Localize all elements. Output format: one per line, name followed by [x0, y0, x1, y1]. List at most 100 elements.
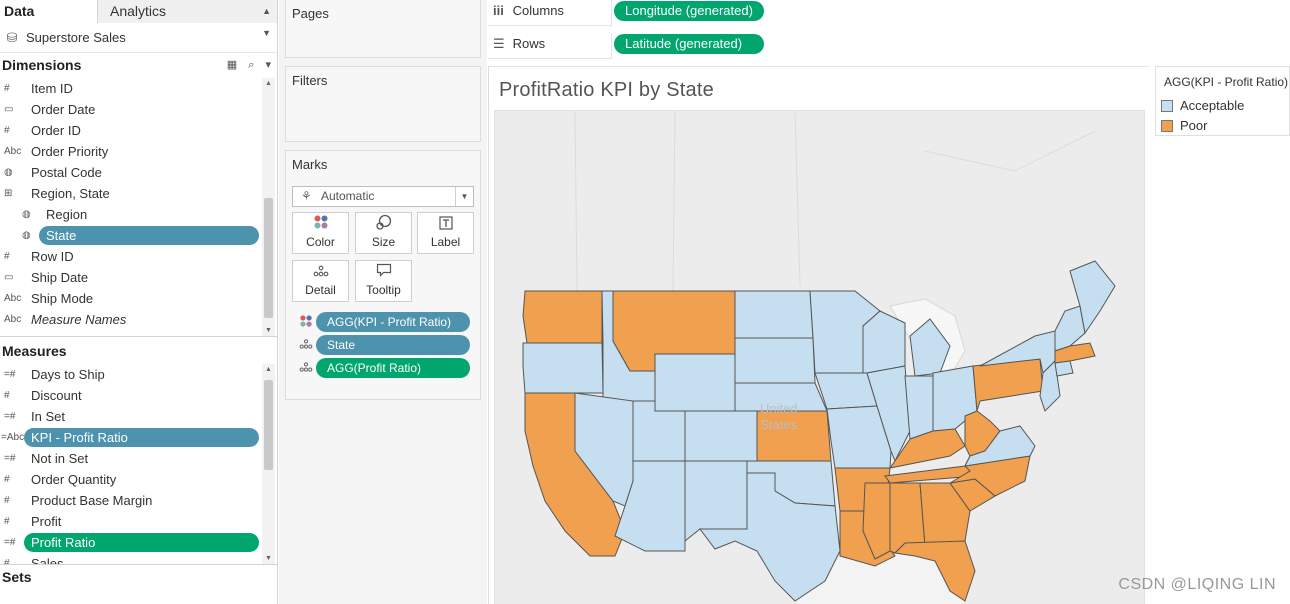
color-button[interactable]: Color	[292, 212, 349, 254]
field-discount[interactable]: # Discount	[0, 385, 262, 406]
field-kpi-profit-ratio[interactable]: =Abc KPI - Profit Ratio	[0, 427, 262, 448]
color-legend[interactable]: AGG(KPI - Profit Ratio) Acceptable Poor	[1155, 66, 1290, 136]
columns-drop-area[interactable]: Longitude (generated)	[611, 0, 1290, 26]
legend-item-poor[interactable]: Poor	[1161, 117, 1207, 135]
field-label: Measure Names	[31, 312, 127, 327]
state-connecticut[interactable]	[1054, 360, 1074, 377]
field-ship-date[interactable]: ▭ Ship Date	[0, 267, 262, 288]
data-source[interactable]: ⛁ Superstore Sales	[0, 23, 277, 53]
field-order-quantity[interactable]: # Order Quantity	[0, 469, 262, 490]
field-sales[interactable]: # Sales	[0, 553, 262, 564]
filters-shelf[interactable]: Filters	[285, 66, 481, 142]
marks-pill-kpi[interactable]: AGG(KPI - Profit Ratio)	[316, 312, 470, 332]
state-wisconsin[interactable]	[862, 310, 906, 374]
rows-label: Rows	[512, 36, 546, 51]
legend-title: AGG(KPI - Profit Ratio)	[1164, 75, 1289, 89]
measures-scroll-thumb[interactable]	[264, 380, 273, 470]
dimensions-scroll-thumb[interactable]	[264, 198, 273, 318]
database-icon: ⛁	[6, 29, 18, 45]
field-postal-code[interactable]: ◍ Postal Code	[0, 162, 262, 183]
marks-pill-profit-ratio[interactable]: AGG(Profit Ratio)	[316, 358, 470, 378]
marks-card: Marks ⚘ Automatic ▼ Color Size Label Det…	[285, 150, 481, 400]
view-list-icon[interactable]: ▦	[227, 59, 237, 71]
tab-analytics[interactable]: Analytics ▲ ▼	[97, 0, 277, 38]
worksheet-view: ProfitRatio KPI by State United States	[488, 66, 1149, 604]
field-kpi-pill[interactable]: KPI - Profit Ratio	[24, 428, 259, 447]
scroll-down-icon[interactable]: ▼	[262, 327, 275, 334]
rows-drop-area[interactable]: Latitude (generated)	[611, 33, 1290, 59]
rows-pill-latitude[interactable]: Latitude (generated)	[614, 34, 764, 54]
legend-item-acceptable[interactable]: Acceptable	[1161, 97, 1244, 115]
detail-dots-icon	[298, 338, 314, 353]
field-profit[interactable]: # Profit	[0, 511, 262, 532]
field-measure-names[interactable]: Abc Measure Names	[0, 309, 262, 330]
field-profit-ratio[interactable]: =# Profit Ratio	[0, 532, 262, 553]
map-label-line: United	[760, 401, 798, 416]
worksheet-title[interactable]: ProfitRatio KPI by State	[499, 79, 714, 102]
state-south-dakota[interactable]	[734, 337, 816, 384]
menu-chevron-down-icon[interactable]: ▾	[265, 59, 271, 71]
field-row-id[interactable]: # Row ID	[0, 246, 262, 267]
tooltip-button[interactable]: Tooltip	[355, 260, 412, 302]
state-wyoming[interactable]	[654, 353, 736, 412]
map-canvas[interactable]	[495, 111, 1145, 604]
field-label: Row ID	[31, 249, 74, 264]
number-icon: #	[4, 474, 10, 485]
detail-button[interactable]: Detail	[292, 260, 349, 302]
state-indiana[interactable]	[904, 375, 934, 440]
field-item-id[interactable]: # Item ID	[0, 78, 262, 99]
state-map[interactable]: United States	[494, 110, 1145, 604]
chevron-down-icon[interactable]: ▼	[455, 187, 473, 206]
mark-type-select[interactable]: ⚘ Automatic ▼	[292, 186, 474, 207]
label-button-label: Label	[430, 235, 461, 249]
field-order-id[interactable]: # Order ID	[0, 120, 262, 141]
color-dots-icon	[298, 314, 314, 331]
calculated-number-icon: =#	[4, 453, 16, 464]
calculated-string-icon: =Abc	[1, 432, 25, 443]
scroll-up-icon[interactable]: ▲	[262, 366, 275, 373]
calculated-number-icon: =#	[4, 537, 16, 548]
measure-list: =# Days to Ship # Discount =# In Set =Abc KP…	[0, 364, 277, 564]
tab-analytics-label: Analytics	[110, 3, 167, 19]
sets-heading: Sets	[0, 565, 277, 590]
state-washington[interactable]	[522, 290, 603, 344]
field-region[interactable]: ◍ Region	[0, 204, 262, 225]
field-days-to-ship[interactable]: =# Days to Ship	[0, 364, 262, 385]
number-icon: #	[4, 495, 10, 506]
search-icon[interactable]: ⌕	[248, 59, 254, 71]
state-north-dakota[interactable]	[734, 290, 814, 339]
tableau-workspace: Data Analytics ▲ ▼ ⛁ Superstore Sales Dim…	[0, 0, 1290, 604]
marks-card-title: Marks	[292, 157, 328, 172]
field-order-priority[interactable]: Abc Order Priority	[0, 141, 262, 162]
pages-shelf-title: Pages	[292, 6, 329, 21]
tab-scroll-icon[interactable]: ▲ ▼	[262, 0, 271, 44]
field-state[interactable]: ◍ State	[0, 225, 262, 246]
pages-shelf[interactable]: Pages	[285, 0, 481, 58]
scroll-down-icon[interactable]: ▼	[262, 555, 275, 562]
field-state-pill[interactable]: State	[39, 226, 259, 245]
field-order-date[interactable]: ▭ Order Date	[0, 99, 262, 120]
label-button[interactable]: Label	[417, 212, 474, 254]
field-profit-ratio-pill[interactable]: Profit Ratio	[24, 533, 259, 552]
field-product-base-margin[interactable]: # Product Base Margin	[0, 490, 262, 511]
field-region-state[interactable]: ⊞ Region, State	[0, 183, 262, 204]
field-in-set[interactable]: =# In Set	[0, 406, 262, 427]
dimensions-tools: ▦ ⌕ ▾	[219, 53, 271, 78]
automatic-mark-icon: ⚘	[301, 189, 312, 203]
text-label-icon	[418, 213, 473, 235]
marks-pill-state[interactable]: State	[316, 335, 470, 355]
field-label: Product Base Margin	[31, 493, 153, 508]
dimensions-scrollbar[interactable]: ▲ ▼	[262, 78, 275, 336]
size-button[interactable]: Size	[355, 212, 412, 254]
columns-pill-longitude[interactable]: Longitude (generated)	[614, 1, 764, 21]
tab-data[interactable]: Data	[0, 0, 97, 23]
field-not-in-set[interactable]: =# Not in Set	[0, 448, 262, 469]
globe-icon: ◍	[22, 209, 31, 220]
field-ship-mode[interactable]: Abc Ship Mode	[0, 288, 262, 309]
state-oregon[interactable]	[522, 342, 604, 394]
state-colorado[interactable]	[684, 410, 758, 462]
columns-shelf: iii Columns Longitude (generated)	[488, 0, 1290, 26]
shelves-pane: Pages Filters Marks ⚘ Automatic ▼ Color …	[279, 0, 487, 604]
measures-scrollbar[interactable]: ▲ ▼	[262, 364, 275, 564]
scroll-up-icon[interactable]: ▲	[262, 80, 275, 87]
